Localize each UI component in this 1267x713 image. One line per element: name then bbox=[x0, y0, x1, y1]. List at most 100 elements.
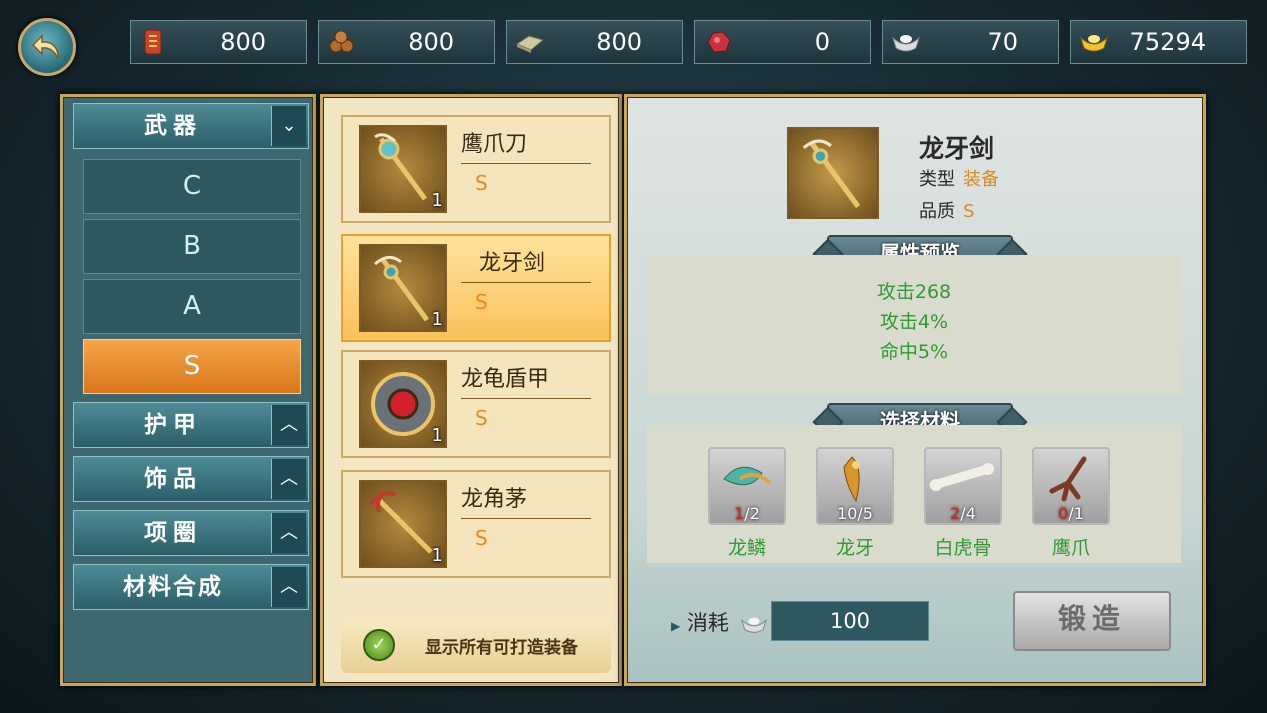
chevron-up-icon: ︿ bbox=[271, 513, 306, 553]
chevron-up-icon: ︿ bbox=[271, 567, 306, 607]
cost-label: 消耗 bbox=[686, 611, 729, 635]
back-arrow-icon bbox=[31, 34, 59, 60]
item-thumb: 1 bbox=[359, 360, 447, 448]
resource-scroll: 800 bbox=[130, 20, 307, 64]
resource-value: 800 bbox=[596, 28, 642, 56]
item-count: 1 bbox=[431, 545, 443, 566]
chevron-up-icon: ︿ bbox=[271, 405, 306, 445]
checkmark-icon: ✓ bbox=[363, 629, 395, 661]
chevron-down-icon: ⌄ bbox=[271, 106, 306, 146]
category-necklace[interactable]: 项圈 ︿ bbox=[73, 510, 309, 556]
stone-slab-icon bbox=[515, 35, 545, 53]
material-name: 白虎骨 bbox=[934, 537, 992, 559]
item-list-panel: 1 鹰爪刀 S 1 龙牙剑 S 1 龙龟盾甲 S 1 龙角茅 S ✓ 显示所有可… bbox=[320, 94, 622, 686]
item-name: 龙角茅 bbox=[461, 482, 591, 519]
material-slot[interactable]: 2/4 bbox=[924, 447, 1002, 525]
quality-label: 品质 bbox=[919, 201, 955, 222]
item-quality: S bbox=[475, 290, 488, 314]
material-count: 10/5 bbox=[837, 504, 873, 523]
material-name: 龙鳞 bbox=[727, 537, 766, 559]
item-thumb: 1 bbox=[359, 125, 447, 213]
material-count: 2/4 bbox=[950, 504, 976, 523]
silver-ingot-icon bbox=[740, 617, 767, 633]
material-slot[interactable]: 1/2 bbox=[708, 447, 786, 525]
category-weapon[interactable]: 武器 ⌄ bbox=[73, 103, 309, 149]
resource-value: 70 bbox=[987, 28, 1018, 56]
wood-icon bbox=[329, 30, 354, 53]
forge-button[interactable]: 锻造 bbox=[1013, 591, 1171, 651]
list-item[interactable]: 1 龙牙剑 S bbox=[341, 234, 611, 342]
ore-icon bbox=[707, 31, 731, 53]
eagle-claw-icon bbox=[1049, 456, 1087, 502]
item-quality: S bbox=[475, 526, 488, 550]
type-value: 装备 bbox=[963, 169, 999, 190]
gold-ingot-icon bbox=[1079, 35, 1109, 52]
material-slot[interactable]: 10/5 bbox=[816, 447, 894, 525]
item-count: 1 bbox=[431, 309, 443, 330]
grade-b[interactable]: B bbox=[83, 219, 301, 274]
attr-line: 攻击4% bbox=[879, 311, 949, 333]
grade-a[interactable]: A bbox=[83, 279, 301, 334]
material-name: 龙牙 bbox=[835, 537, 874, 559]
material-box: 1/2 龙鳞 10/5 龙牙 2/4 白虎骨 0/1 鹰爪 bbox=[647, 425, 1181, 563]
item-name: 龙牙剑 bbox=[461, 246, 591, 283]
material-name: 鹰爪 bbox=[1051, 537, 1090, 559]
material-count: 1/2 bbox=[734, 504, 760, 523]
category-label: 护甲 bbox=[144, 412, 202, 438]
material-slot[interactable]: 0/1 bbox=[1032, 447, 1110, 525]
category-label: 饰品 bbox=[144, 466, 202, 492]
chevron-up-icon: ︿ bbox=[271, 459, 306, 499]
back-button[interactable] bbox=[18, 18, 76, 76]
category-accessory[interactable]: 饰品 ︿ bbox=[73, 456, 309, 502]
resource-ore: 0 bbox=[694, 20, 871, 64]
detail-item-name: 龙牙剑 bbox=[919, 134, 995, 163]
detail-item-thumb bbox=[787, 127, 879, 219]
resource-value: 75294 bbox=[1129, 28, 1206, 56]
list-item[interactable]: 1 龙龟盾甲 S bbox=[341, 350, 611, 458]
resource-value: 0 bbox=[814, 28, 830, 56]
play-triangle-icon: ▶ bbox=[671, 619, 681, 633]
resource-value: 800 bbox=[408, 28, 454, 56]
resource-stone: 800 bbox=[506, 20, 683, 64]
grade-s[interactable]: S bbox=[83, 339, 301, 394]
detail-panel: 龙牙剑 类型 装备 品质 S 属性预览 攻击268 攻击4% 命中5% 选择材料 1… bbox=[624, 94, 1206, 686]
item-quality: S bbox=[475, 171, 488, 195]
silver-ingot-icon bbox=[891, 35, 921, 52]
item-count: 1 bbox=[431, 190, 443, 211]
scroll-icon bbox=[144, 29, 162, 55]
show-all-toggle[interactable]: ✓ 显示所有可打造装备 bbox=[341, 617, 611, 673]
item-name: 龙龟盾甲 bbox=[461, 362, 591, 399]
item-thumb: 1 bbox=[359, 244, 447, 332]
attr-line: 命中5% bbox=[879, 341, 949, 363]
sword-icon bbox=[802, 139, 861, 209]
cost-label-row: ▶ 消耗 bbox=[671, 607, 772, 637]
grade-c[interactable]: C bbox=[83, 159, 301, 214]
attr-preview-box: 攻击268 攻击4% 命中5% bbox=[647, 255, 1181, 395]
category-label: 材料合成 bbox=[123, 574, 223, 600]
item-count: 1 bbox=[431, 425, 443, 446]
list-item[interactable]: 1 龙角茅 S bbox=[341, 470, 611, 578]
detail-type-row: 类型 装备 bbox=[919, 165, 999, 191]
resource-gold: 75294 bbox=[1070, 20, 1247, 64]
category-material-synth[interactable]: 材料合成 ︿ bbox=[73, 564, 309, 610]
category-label: 武器 bbox=[144, 113, 202, 139]
material-count: 0/1 bbox=[1058, 504, 1084, 523]
cost-value: 100 bbox=[771, 601, 929, 641]
dragon-scale-icon bbox=[723, 466, 772, 486]
show-all-label: 显示所有可打造装备 bbox=[425, 638, 578, 658]
item-thumb: 1 bbox=[359, 480, 447, 568]
resource-value: 800 bbox=[220, 28, 266, 56]
quality-value: S bbox=[963, 201, 975, 222]
item-quality: S bbox=[475, 406, 488, 430]
attr-line: 攻击268 bbox=[876, 281, 952, 303]
category-label: 项圈 bbox=[144, 520, 202, 546]
list-item[interactable]: 1 鹰爪刀 S bbox=[341, 115, 611, 223]
item-name: 鹰爪刀 bbox=[461, 127, 591, 164]
resource-silver: 70 bbox=[882, 20, 1059, 64]
dragon-tooth-icon bbox=[843, 456, 860, 503]
type-label: 类型 bbox=[919, 169, 955, 190]
detail-quality-row: 品质 S bbox=[919, 197, 974, 223]
resource-wood: 800 bbox=[318, 20, 495, 64]
tiger-bone-icon bbox=[929, 463, 994, 491]
category-armor[interactable]: 护甲 ︿ bbox=[73, 402, 309, 448]
